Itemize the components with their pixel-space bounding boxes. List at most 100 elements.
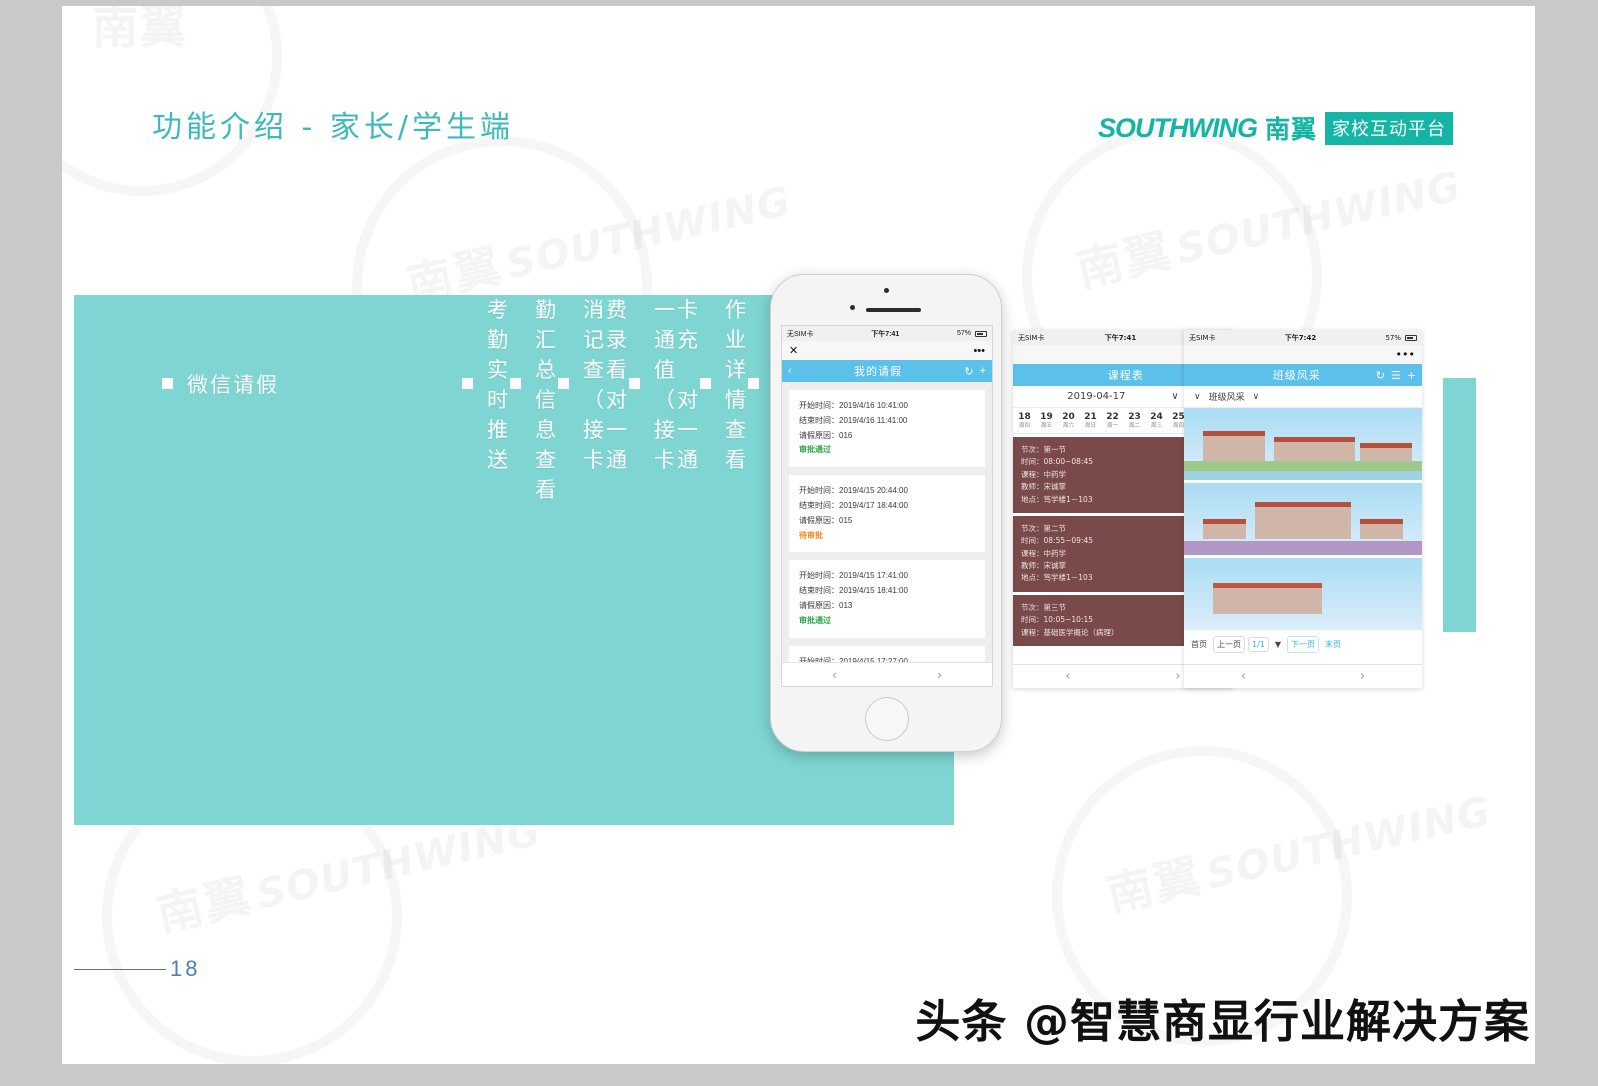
day-cell[interactable]: 23 周二 bbox=[1125, 412, 1144, 429]
watermark-en-text: SOUTHWING bbox=[1172, 163, 1465, 273]
feature-label: 一卡通充值（对接一卡通 bbox=[654, 297, 700, 472]
status-badge: 待审批 bbox=[799, 530, 823, 540]
day-cell[interactable]: 20 周六 bbox=[1059, 412, 1078, 429]
watermark-ring bbox=[62, 6, 282, 196]
day-weekday: 周日 bbox=[1084, 422, 1096, 429]
reason-label: 请假原因： bbox=[799, 600, 839, 610]
refresh-icon[interactable]: ↻ bbox=[1376, 369, 1385, 382]
watermark-cn-text: 南翼 bbox=[1102, 848, 1208, 922]
chevron-down-icon: ∨ bbox=[1171, 391, 1179, 402]
start-time-label: 开始时间： bbox=[799, 571, 839, 581]
gallery-photo[interactable] bbox=[1184, 558, 1422, 630]
section-value: 第一节 bbox=[1043, 445, 1067, 454]
place-label: 地点： bbox=[1021, 573, 1044, 583]
refresh-icon[interactable]: ↻ bbox=[964, 365, 973, 378]
day-cell[interactable]: 18 周四 bbox=[1015, 412, 1034, 429]
teacher-value: 宋诚掌 bbox=[1043, 561, 1067, 570]
forward-chevron-icon[interactable]: › bbox=[1360, 669, 1365, 684]
time-label: 时间： bbox=[1021, 536, 1044, 546]
watermark-cn-text: 南翼 bbox=[152, 868, 258, 942]
feature-label: 作业详情查看 bbox=[725, 297, 748, 472]
slide-footer: 18 bbox=[74, 956, 200, 982]
forward-chevron-icon[interactable]: › bbox=[1175, 669, 1180, 684]
day-weekday: 周一 bbox=[1106, 422, 1118, 429]
leave-record-card[interactable]: 开始时间：2019/4/15 20:44:00 结束时间：2019/4/17 1… bbox=[789, 475, 985, 553]
reason-label: 请假原因： bbox=[799, 515, 839, 525]
more-icon[interactable]: ••• bbox=[973, 345, 985, 357]
leave-record-card[interactable]: 开始时间：2019/4/16 10:41:00 结束时间：2019/4/16 1… bbox=[789, 390, 985, 468]
gallery-screenshot: 无SIM卡 下午7:42 57% ••• 班级风采 ↻ ☰ + ∨ 班级风采 ∨ bbox=[1184, 330, 1422, 688]
photo-flowerbed bbox=[1184, 540, 1422, 555]
next-page-button[interactable]: 下一页 bbox=[1287, 636, 1320, 653]
last-page-button[interactable]: 末页 bbox=[1322, 637, 1344, 652]
end-time-value: 2019/4/15 18:41:00 bbox=[839, 586, 908, 596]
day-number: 24 bbox=[1150, 412, 1163, 423]
page-indicator[interactable]: 1/1 bbox=[1248, 637, 1269, 652]
front-camera-icon bbox=[884, 288, 889, 293]
carrier-label: 无SIM卡 bbox=[1018, 333, 1045, 342]
section-label: 节次： bbox=[1021, 523, 1044, 533]
forward-chevron-icon[interactable]: › bbox=[937, 667, 941, 682]
photo-gate bbox=[1255, 501, 1351, 540]
section-value: 第三节 bbox=[1043, 602, 1067, 612]
day-weekday: 周五 bbox=[1040, 422, 1052, 429]
chevron-down-icon: ∨ bbox=[1252, 391, 1260, 402]
gallery-photo[interactable] bbox=[1184, 483, 1422, 555]
photo-building bbox=[1212, 582, 1323, 615]
back-chevron-icon[interactable]: ‹ bbox=[832, 667, 836, 682]
chevron-down-icon[interactable]: ▼ bbox=[1272, 638, 1284, 651]
gallery-photo[interactable] bbox=[1184, 408, 1422, 480]
place-value: 笃学楼1－103 bbox=[1043, 573, 1093, 583]
leave-record-card[interactable]: 开始时间：2019/4/15 17:41:00 结束时间：2019/4/15 1… bbox=[789, 560, 985, 638]
add-icon[interactable]: + bbox=[980, 365, 986, 377]
day-cell[interactable]: 22 周一 bbox=[1103, 412, 1122, 429]
gallery-filter-dropdown[interactable]: ∨ 班级风采 ∨ bbox=[1184, 386, 1422, 408]
carrier-label: 无SIM卡 bbox=[1189, 333, 1216, 342]
brand-logo: SOUTHWING 南翼 家校互动平台 bbox=[1098, 110, 1453, 146]
end-time-label: 结束时间： bbox=[799, 500, 839, 510]
day-weekday: 周三 bbox=[1150, 422, 1162, 429]
menu-icon[interactable]: ☰ bbox=[1391, 369, 1401, 382]
reason-value: 015 bbox=[839, 515, 853, 525]
time-value: 08:55~09:45 bbox=[1043, 536, 1094, 546]
square-bullet-icon bbox=[629, 378, 640, 389]
feature-list: 微信请假 考勤实时推送 考勤汇总信息查看 消费记录查看（对接一卡通 一卡通充值（… bbox=[162, 298, 938, 502]
prev-page-button[interactable]: 上一页 bbox=[1213, 636, 1245, 653]
day-number: 18 bbox=[1018, 412, 1031, 423]
day-cell[interactable]: 21 周日 bbox=[1081, 412, 1100, 429]
day-cell[interactable]: 24 周三 bbox=[1147, 412, 1166, 429]
course-label: 课程： bbox=[1021, 548, 1044, 558]
watermark-logo: 南翼 SOUTHWING bbox=[1100, 773, 1497, 925]
day-weekday: 周二 bbox=[1128, 422, 1140, 429]
clock-label: 下午7:41 bbox=[871, 330, 900, 338]
wechat-bar: ••• bbox=[1184, 345, 1422, 364]
feature-label: 微信请假 bbox=[187, 372, 279, 397]
feature-item: 消费记录查看（对接一卡通 bbox=[558, 298, 629, 472]
back-chevron-icon[interactable]: ‹ bbox=[1065, 669, 1070, 684]
gallery-pagination[interactable]: 首页 上一页 1/1 ▼ 下一页 末页 bbox=[1184, 633, 1422, 656]
home-button[interactable] bbox=[865, 697, 909, 741]
photo-building bbox=[1203, 519, 1246, 540]
back-chevron-icon[interactable]: ‹ bbox=[1241, 669, 1246, 684]
course-label: 课程： bbox=[1021, 627, 1044, 637]
feature-label: 考勤汇总信息查看 bbox=[535, 297, 558, 502]
brand-chinese-name: 南翼 bbox=[1264, 115, 1317, 144]
add-icon[interactable]: + bbox=[1407, 369, 1416, 382]
feature-label: 消费记录查看（对接一卡通 bbox=[583, 297, 629, 472]
status-badge: 审批通过 bbox=[799, 445, 831, 455]
square-bullet-icon bbox=[748, 378, 759, 389]
teacher-label: 教师： bbox=[1021, 482, 1044, 492]
watermark-logo: 南翼 SOUTHWING bbox=[400, 163, 797, 315]
day-cell[interactable]: 19 周五 bbox=[1037, 412, 1056, 429]
reason-label: 请假原因： bbox=[799, 430, 839, 440]
start-time-value: 2019/4/16 10:41:00 bbox=[839, 401, 908, 410]
close-icon[interactable]: ✕ bbox=[789, 344, 798, 357]
earpiece-speaker bbox=[866, 308, 921, 312]
battery-percent-label: 57% bbox=[1385, 333, 1401, 342]
first-page-button[interactable]: 首页 bbox=[1188, 637, 1210, 652]
footer-rule bbox=[74, 968, 166, 970]
day-number: 22 bbox=[1106, 412, 1119, 423]
place-value: 笃学楼1－103 bbox=[1043, 494, 1093, 504]
more-icon[interactable]: ••• bbox=[1396, 348, 1415, 361]
back-chevron-icon[interactable]: ‹ bbox=[788, 365, 792, 377]
